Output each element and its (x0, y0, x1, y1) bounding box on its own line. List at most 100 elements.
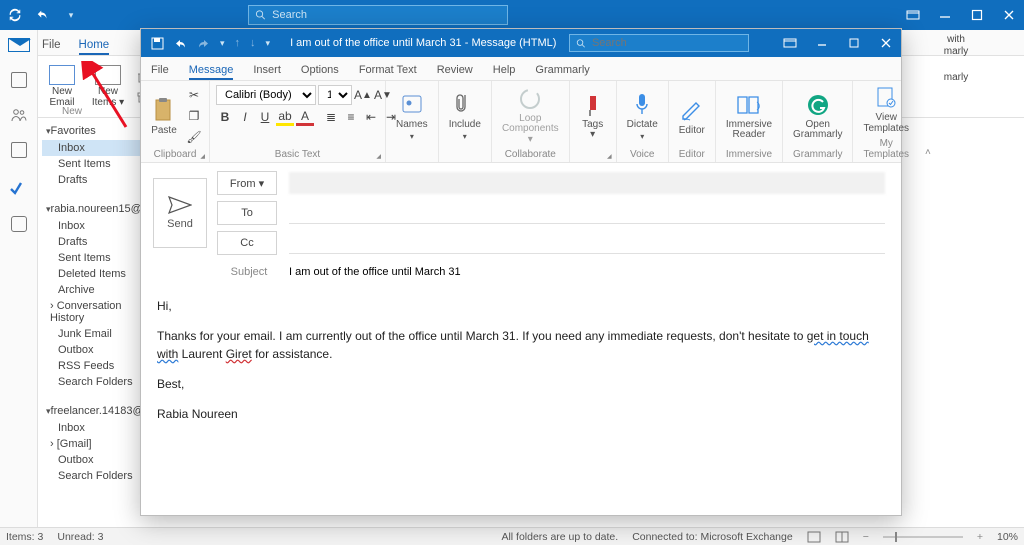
tab-home[interactable]: Home (79, 39, 110, 55)
sidebar-item[interactable]: Sent Items (42, 156, 148, 172)
sidebar-item[interactable]: Search Folders (42, 468, 148, 484)
qat-overflow-icon[interactable]: ▾ (266, 38, 271, 49)
italic-button[interactable]: I (236, 108, 254, 126)
sidebar-item[interactable]: Inbox (42, 218, 148, 234)
prev-icon[interactable]: ↑ (235, 37, 241, 49)
zoom-slider[interactable] (883, 536, 963, 538)
sidebar-item[interactable]: Deleted Items (42, 266, 148, 282)
view-reading-icon[interactable] (835, 531, 849, 543)
group-collaborate: Collaborate (498, 147, 563, 160)
grow-font-icon[interactable]: A▲ (354, 86, 372, 104)
redo-icon[interactable] (197, 37, 210, 50)
calendar-icon[interactable] (11, 72, 27, 88)
sidebar-item[interactable]: Junk Email (42, 326, 148, 342)
minimize-icon[interactable] (938, 8, 952, 22)
sidebar-item[interactable]: Drafts (42, 172, 148, 188)
tab-options[interactable]: Options (301, 64, 339, 80)
send-button[interactable]: Send (153, 178, 207, 248)
sidebar-item[interactable]: Archive (42, 282, 148, 298)
numbering-icon[interactable]: ≡ (342, 108, 360, 126)
format-painter-icon[interactable]: 🖌 (185, 128, 203, 146)
people-icon[interactable] (11, 108, 27, 122)
maximize-icon[interactable] (839, 32, 869, 54)
undo-icon[interactable] (174, 37, 187, 50)
todo-icon[interactable] (10, 182, 28, 196)
tab-help[interactable]: Help (493, 64, 516, 80)
sidebar-item[interactable]: Sent Items (42, 250, 148, 266)
tab-message[interactable]: Message (189, 64, 234, 80)
compose-search-input[interactable] (592, 37, 742, 49)
refresh-icon[interactable] (8, 8, 22, 22)
highlight-icon[interactable]: ab (276, 108, 294, 126)
main-search[interactable] (248, 5, 508, 25)
font-select[interactable]: Calibri (Body) (216, 85, 316, 105)
sidebar-group-account1[interactable]: rabia.noureen15@ (42, 200, 148, 218)
new-email-button[interactable]: New Email (44, 65, 80, 108)
maximize-icon[interactable] (970, 8, 984, 22)
mail-icon[interactable] (8, 38, 30, 52)
undo-icon[interactable] (36, 8, 50, 22)
to-input[interactable] (289, 202, 885, 224)
compose-body[interactable]: Hi, Thanks for your email. I am currentl… (141, 283, 901, 515)
more-apps-icon[interactable] (11, 216, 27, 232)
tab-review[interactable]: Review (437, 64, 473, 80)
ribbon-display-icon[interactable] (906, 8, 920, 22)
cc-button[interactable]: Cc (217, 231, 277, 255)
sidebar-item[interactable]: Inbox (42, 420, 148, 436)
sidebar-item[interactable]: Outbox (42, 452, 148, 468)
tab-format-text[interactable]: Format Text (359, 64, 417, 80)
sidebar-item[interactable]: Inbox (42, 140, 148, 156)
close-icon[interactable] (1002, 8, 1016, 22)
font-size-select[interactable]: 11 (318, 85, 352, 105)
bold-button[interactable]: B (216, 108, 234, 126)
tasks-icon[interactable] (11, 142, 27, 158)
sidebar-item[interactable]: Drafts (42, 234, 148, 250)
include-button[interactable]: Include▾ (445, 89, 485, 143)
main-search-input[interactable] (272, 9, 501, 21)
view-templates-button[interactable]: View Templates (859, 83, 913, 136)
immersive-reader-button[interactable]: Immersive Reader (722, 90, 776, 143)
tags-button[interactable]: Tags ▾ (576, 90, 610, 143)
tab-file[interactable]: File (151, 64, 169, 80)
save-icon[interactable] (151, 37, 164, 50)
sidebar-item[interactable]: Search Folders (42, 374, 148, 390)
names-button[interactable]: Names▾ (392, 89, 432, 143)
outdent-icon[interactable]: ⇤ (362, 108, 380, 126)
group-editor: Editor (675, 147, 709, 160)
subject-input[interactable] (289, 261, 885, 283)
qat-more-icon[interactable]: ▾ (220, 38, 225, 49)
font-color-icon[interactable]: A (296, 108, 314, 126)
to-button[interactable]: To (217, 201, 277, 225)
collapse-ribbon-icon[interactable]: ˄ (919, 143, 937, 162)
minimize-icon[interactable] (807, 32, 837, 54)
dictate-button[interactable]: Dictate▾ (623, 89, 662, 143)
qat-more-icon[interactable]: ▾ (64, 8, 78, 22)
underline-button[interactable]: U (256, 108, 274, 126)
cc-input[interactable] (289, 232, 885, 254)
sidebar-item[interactable]: RSS Feeds (42, 358, 148, 374)
view-normal-icon[interactable] (807, 531, 821, 543)
cut-icon[interactable]: ✂ (185, 86, 203, 104)
compose-search[interactable] (569, 34, 749, 52)
from-button[interactable]: From ▾ (217, 171, 277, 195)
close-icon[interactable] (871, 32, 901, 54)
open-grammarly-button[interactable]: Open Grammarly (789, 90, 846, 143)
copy-icon[interactable]: ❐ (185, 107, 203, 125)
next-icon[interactable]: ↓ (250, 37, 256, 49)
sidebar-item[interactable]: › Conversation History (42, 298, 148, 326)
bullets-icon[interactable]: ≣ (322, 108, 340, 126)
loop-button[interactable]: Loop Components ▾ (498, 84, 563, 148)
tab-insert[interactable]: Insert (253, 64, 281, 80)
sidebar-item[interactable]: Outbox (42, 342, 148, 358)
sidebar-group-favorites[interactable]: Favorites (42, 122, 148, 140)
sidebar-group-account2[interactable]: freelancer.14183@ (42, 402, 148, 420)
tab-grammarly[interactable]: Grammarly (535, 64, 589, 80)
sidebar-item[interactable]: › [Gmail] (42, 436, 148, 452)
ribbon-mode-icon[interactable] (775, 32, 805, 54)
editor-button[interactable]: Editor (675, 95, 709, 138)
compose-tabs: File Message Insert Options Format Text … (141, 57, 901, 81)
paste-button[interactable]: Paste (147, 95, 181, 138)
group-voice: Voice (623, 147, 662, 160)
new-items-button[interactable]: New Items ▾ (90, 65, 126, 108)
tab-file[interactable]: File (42, 39, 61, 55)
